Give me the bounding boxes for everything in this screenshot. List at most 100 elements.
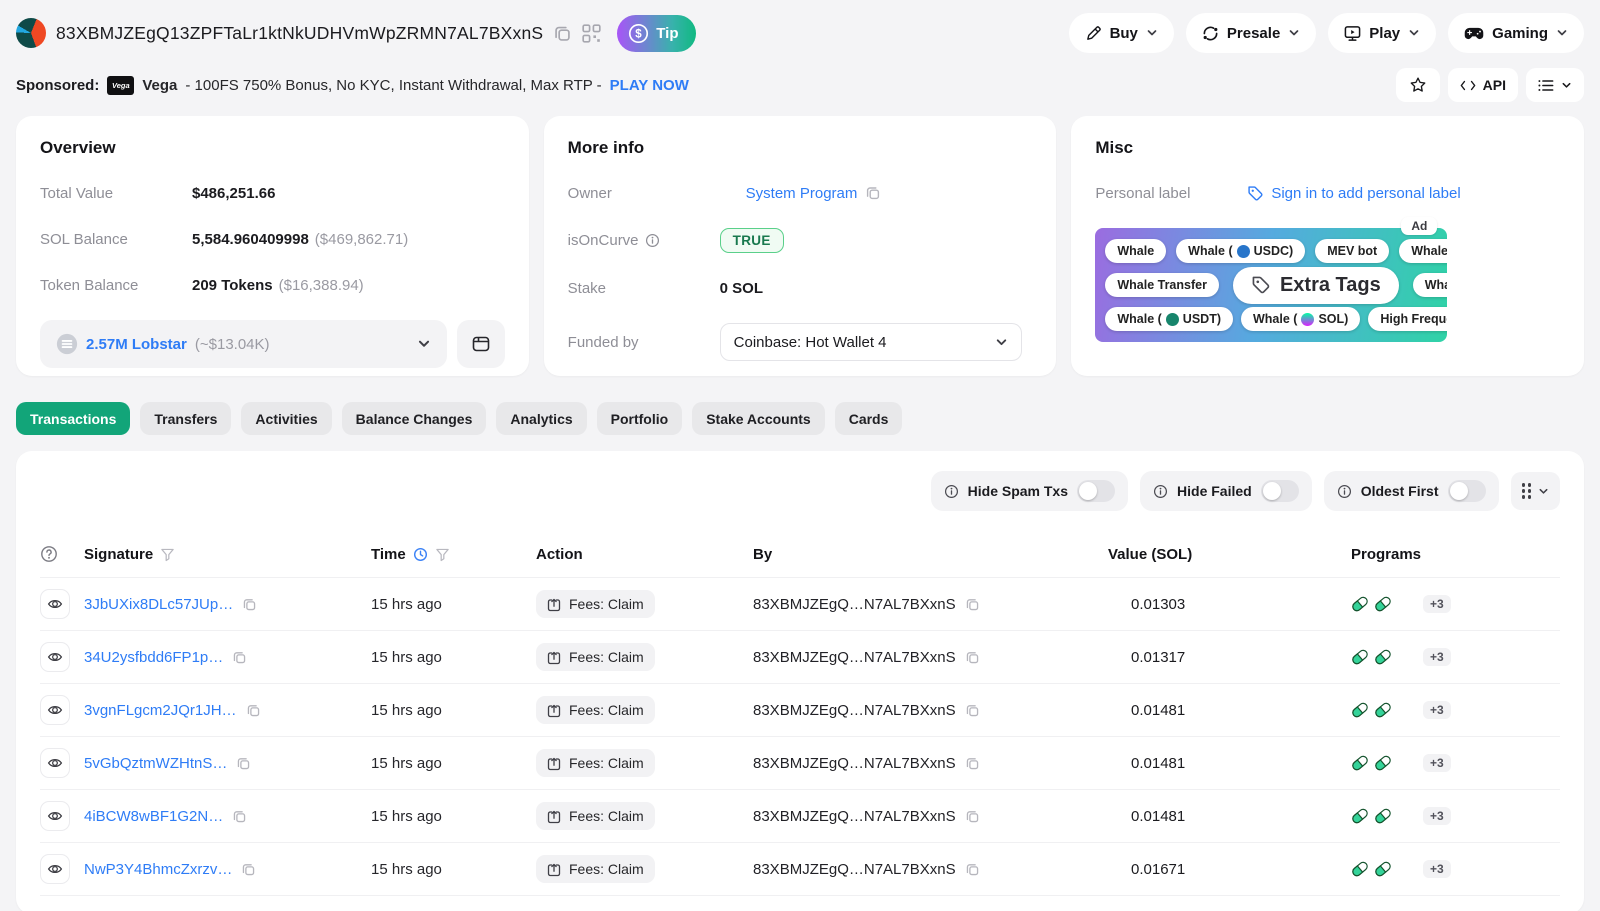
- portfolio-button[interactable]: [457, 320, 505, 368]
- copy-signature-icon[interactable]: [236, 756, 251, 771]
- tip-button[interactable]: Tip: [617, 15, 695, 52]
- copy-signature-icon[interactable]: [232, 650, 247, 665]
- preview-tx-button[interactable]: [40, 589, 70, 619]
- hide-spam-toggle[interactable]: [1077, 480, 1115, 502]
- tag-pill-whale[interactable]: Whale: [1105, 239, 1166, 263]
- play-now-link[interactable]: PLAY NOW: [610, 77, 689, 94]
- signature-link[interactable]: 4iBCW8wBF1G2N…: [84, 808, 223, 825]
- sign-in-link[interactable]: Sign in to add personal label: [1247, 185, 1460, 202]
- more-programs-badge[interactable]: +3: [1423, 754, 1451, 772]
- columns-button[interactable]: [1511, 472, 1561, 510]
- copy-signature-icon[interactable]: [242, 597, 257, 612]
- program-pill-icon[interactable]: [1351, 754, 1369, 772]
- menu-button[interactable]: [1526, 68, 1584, 102]
- preview-tx-button[interactable]: [40, 801, 70, 831]
- copy-by-icon[interactable]: [965, 862, 980, 877]
- tab-transfers[interactable]: Transfers: [140, 402, 231, 435]
- tag-pill-hft[interactable]: High Frequency Trader: [1368, 307, 1447, 331]
- program-solana-icon[interactable]: [1397, 650, 1414, 664]
- more-programs-badge[interactable]: +3: [1423, 807, 1451, 825]
- qr-code-icon[interactable]: [582, 24, 601, 43]
- more-programs-badge[interactable]: +3: [1423, 701, 1451, 719]
- nav-play-button[interactable]: Play: [1328, 13, 1436, 53]
- tab-portfolio[interactable]: Portfolio: [597, 402, 683, 435]
- program-pill-icon[interactable]: [1374, 595, 1392, 613]
- funded-by-select[interactable]: Coinbase: Hot Wallet 4: [720, 323, 1022, 361]
- program-pill-icon[interactable]: [1351, 860, 1369, 878]
- tag-pill-whale-pump[interactable]: Whale (PUM: [1413, 273, 1448, 297]
- tab-balance-changes[interactable]: Balance Changes: [342, 402, 487, 435]
- ad-tags-row-3: Whale (USDT) Whale (SOL) High Frequency …: [1105, 307, 1447, 331]
- extra-tags-banner[interactable]: Whale Whale (USDC) MEV bot Whale (BNSOL)…: [1095, 228, 1447, 342]
- copy-by-icon[interactable]: [965, 756, 980, 771]
- program-pill-icon[interactable]: [1351, 595, 1369, 613]
- program-solana-icon[interactable]: [1397, 862, 1414, 876]
- tab-cards[interactable]: Cards: [835, 402, 903, 435]
- program-solana-icon[interactable]: [1397, 756, 1414, 770]
- token-selector-row: 2.57M Lobstar (~$13.04K): [40, 320, 505, 368]
- program-solana-icon[interactable]: [1397, 809, 1414, 823]
- clock-icon[interactable]: [413, 546, 428, 563]
- oldest-first-toggle[interactable]: [1448, 480, 1486, 502]
- api-button[interactable]: API: [1448, 68, 1518, 102]
- tab-stake-accounts[interactable]: Stake Accounts: [692, 402, 825, 435]
- tag-pill-whale-sol[interactable]: Whale (SOL): [1241, 307, 1360, 331]
- tab-activities[interactable]: Activities: [241, 402, 331, 435]
- copy-signature-icon[interactable]: [246, 703, 261, 718]
- tag-pill-whale-bnsol[interactable]: Whale (BNSOL): [1399, 239, 1447, 263]
- signature-link[interactable]: 34U2ysfbdd6FP1p…: [84, 649, 223, 666]
- program-pill-icon[interactable]: [1374, 754, 1392, 772]
- hide-failed-toggle[interactable]: [1261, 480, 1299, 502]
- tag-pill-whale-transfer[interactable]: Whale Transfer: [1105, 273, 1219, 297]
- program-pill-icon[interactable]: [1351, 807, 1369, 825]
- program-solana-icon[interactable]: [1397, 703, 1414, 717]
- filter-icon[interactable]: [435, 546, 450, 563]
- info-icon[interactable]: [1153, 484, 1168, 499]
- program-solana-icon[interactable]: [1397, 597, 1414, 611]
- nav-gaming-button[interactable]: Gaming: [1448, 13, 1584, 53]
- owner-link[interactable]: System Program: [746, 185, 858, 202]
- nav-presale-button[interactable]: Presale: [1186, 13, 1316, 53]
- account-address: 83XBMJZEgQ13ZPFTaLr1ktNkUDHVmWpZRMN7AL7B…: [56, 23, 543, 44]
- preview-tx-button[interactable]: [40, 748, 70, 778]
- favorite-button[interactable]: [1396, 68, 1440, 102]
- info-icon[interactable]: [1337, 484, 1352, 499]
- signature-link[interactable]: NwP3Y4BhmcZxrzv…: [84, 861, 232, 878]
- preview-tx-button[interactable]: [40, 695, 70, 725]
- more-programs-badge[interactable]: +3: [1423, 595, 1451, 613]
- copy-owner-icon[interactable]: [865, 185, 881, 201]
- copy-address-icon[interactable]: [553, 24, 572, 43]
- signature-link[interactable]: 5vGbQztmWZHtnS…: [84, 755, 227, 772]
- copy-by-icon[interactable]: [965, 597, 980, 612]
- program-pill-icon[interactable]: [1374, 860, 1392, 878]
- program-pill-icon[interactable]: [1351, 701, 1369, 719]
- program-pill-icon[interactable]: [1374, 701, 1392, 719]
- info-icon[interactable]: [944, 484, 959, 499]
- copy-by-icon[interactable]: [965, 809, 980, 824]
- tab-transactions[interactable]: Transactions: [16, 402, 130, 435]
- extra-tags-pill[interactable]: Extra Tags: [1233, 267, 1399, 304]
- preview-tx-button[interactable]: [40, 642, 70, 672]
- copy-by-icon[interactable]: [965, 650, 980, 665]
- copy-signature-icon[interactable]: [232, 809, 247, 824]
- token-selector[interactable]: 2.57M Lobstar (~$13.04K): [40, 320, 447, 368]
- signature-link[interactable]: 3vgnFLgcm2JQr1JH…: [84, 702, 237, 719]
- tag-pill-mev-bot[interactable]: MEV bot: [1315, 239, 1389, 263]
- preview-tx-button[interactable]: [40, 854, 70, 884]
- more-programs-badge[interactable]: +3: [1423, 648, 1451, 666]
- program-pill-icon[interactable]: [1351, 648, 1369, 666]
- export-icon: [547, 649, 561, 665]
- info-icon[interactable]: [645, 233, 660, 248]
- program-pill-icon[interactable]: [1374, 807, 1392, 825]
- copy-signature-icon[interactable]: [241, 862, 256, 877]
- program-pill-icon[interactable]: [1374, 648, 1392, 666]
- tag-pill-whale-usdt[interactable]: Whale (USDT): [1105, 307, 1233, 331]
- tab-analytics[interactable]: Analytics: [496, 402, 586, 435]
- tag-pill-whale-usdc[interactable]: Whale (USDC): [1176, 239, 1305, 263]
- more-programs-badge[interactable]: +3: [1423, 860, 1451, 878]
- filter-icon[interactable]: [160, 546, 175, 563]
- help-icon[interactable]: [40, 545, 84, 563]
- nav-buy-button[interactable]: Buy: [1069, 13, 1174, 53]
- signature-link[interactable]: 3JbUXix8DLc57JUp…: [84, 596, 233, 613]
- copy-by-icon[interactable]: [965, 703, 980, 718]
